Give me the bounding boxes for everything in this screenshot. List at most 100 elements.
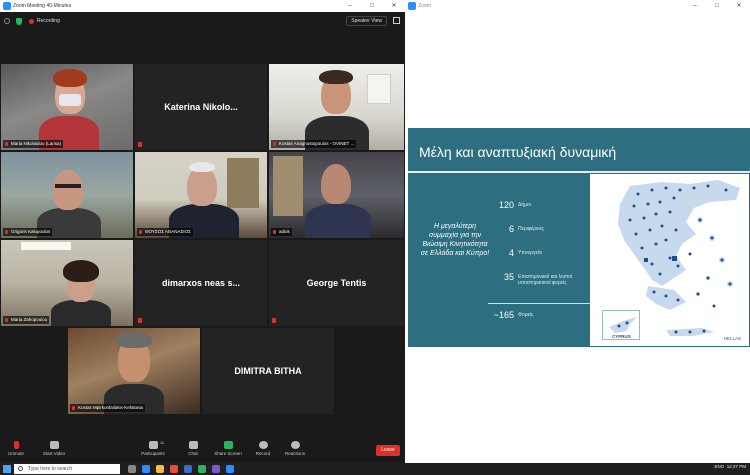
video-off-icon [49, 441, 59, 449]
video-feed [269, 152, 404, 238]
fullscreen-icon[interactable] [393, 17, 400, 24]
stat-label: Περιφέρειες [518, 226, 545, 232]
unmute-label: Unmute [8, 451, 24, 456]
recording-dot-icon [29, 19, 34, 24]
maximize-button[interactable]: □ [706, 0, 728, 12]
chrome-icon[interactable] [170, 465, 178, 473]
spotify-icon[interactable] [198, 465, 206, 473]
shield-icon[interactable] [16, 18, 22, 25]
window-titlebar: Zoom Meeting 40-Minutes – □ ✕ [0, 0, 405, 12]
edge-icon[interactable] [142, 465, 150, 473]
stat-row: 35 Επιστημονικοί και λοιποί υποστηρικτικο… [486, 272, 596, 290]
video-feed [1, 152, 133, 238]
share-screen-button[interactable]: Share Screen [212, 441, 244, 456]
video-feed [1, 64, 133, 150]
participant-tile[interactable]: Grigoris Kalopoulos [1, 152, 133, 238]
share-window-titlebar: Zoom – □ ✕ [405, 0, 750, 12]
record-button[interactable]: Record [247, 441, 279, 456]
stat-row: 120 Δήμοι [486, 200, 596, 218]
share-screen-label: Share Screen [214, 451, 242, 456]
presentation-slide: Μέλη και αναπτυξιακή δυναμική Η μεγαλύτε… [408, 128, 750, 347]
participant-tile[interactable]: Kostas Mpirkonfailakis-Kefalonia [68, 328, 200, 414]
muted-icon [138, 318, 142, 323]
stat-row: 6 Περιφέρειες [486, 224, 596, 242]
file-explorer-icon[interactable] [156, 465, 164, 473]
stat-total-value: ~165 [493, 310, 514, 320]
minimize-button[interactable]: – [339, 0, 361, 12]
stats-separator [488, 303, 590, 304]
reactions-icon [290, 441, 300, 449]
stat-value: 120 [498, 200, 514, 210]
stat-value: 6 [508, 224, 514, 234]
zoom-meeting-window: Zoom Meeting 40-Minutes – □ ✕ Recording … [0, 0, 405, 463]
leave-button[interactable]: Leave [376, 445, 400, 456]
participant-tile[interactable]: dimarxos neas s... [135, 240, 267, 326]
participant-tile[interactable]: Katerina Nikolo... [135, 64, 267, 150]
participant-tile[interactable]: Maria Zahopoulou [1, 240, 133, 326]
info-icon[interactable] [4, 18, 10, 24]
record-icon [258, 441, 268, 449]
participant-name: Grigoris Kalopoulos [3, 228, 53, 236]
video-feed [269, 64, 404, 150]
reactions-button[interactable]: Reactions [279, 441, 311, 456]
participant-name: Maria Zahopoulou [3, 316, 50, 324]
muted-icon [138, 142, 142, 147]
participant-tile[interactable]: DIMITRA BITHA [202, 328, 334, 414]
participant-name-large: DIMITRA BITHA [234, 366, 302, 376]
unmute-button[interactable]: Unmute [0, 441, 32, 456]
app-icon[interactable] [212, 465, 220, 473]
video-feed [68, 328, 200, 414]
participant-name: Kostas Anagnostopoulos - OVINET ... [271, 140, 357, 148]
muted-icon [272, 318, 276, 323]
microphone-muted-icon [13, 441, 19, 449]
participant-tile[interactable]: Maria Nikolaidou (Larisa) [1, 64, 133, 150]
language-indicator[interactable]: ENG [714, 464, 724, 469]
stat-value: 35 [503, 272, 514, 282]
start-video-button[interactable]: Start Video [38, 441, 70, 456]
meeting-toolbar: Unmute Start Video Participants 11 Chat … [0, 438, 405, 463]
start-video-label: Start Video [42, 451, 66, 456]
stat-total-label: Φορείς [518, 312, 534, 318]
chat-label: Chat [188, 451, 198, 456]
chat-icon [188, 441, 198, 449]
close-button[interactable]: ✕ [383, 0, 405, 12]
participant-tile[interactable]: adiok [269, 152, 404, 238]
search-placeholder: Type here to search [28, 466, 73, 472]
windows-taskbar: Type here to search ENG 12:27 PM [0, 463, 750, 475]
close-button[interactable]: ✕ [728, 0, 750, 12]
stat-value: 4 [508, 248, 514, 258]
record-label: Record [255, 451, 271, 456]
stat-label: Δήμοι [518, 202, 531, 208]
word-icon[interactable] [184, 465, 192, 473]
taskbar-search-box[interactable]: Type here to search [14, 464, 120, 474]
slide-title: Μέλη και αναπτυξιακή δυναμική [419, 144, 617, 160]
participants-label: Participants [141, 451, 165, 456]
alliance-statement: Η μεγαλύτερη συμμαχία για την Βιώσιμη Κι… [420, 223, 490, 257]
system-tray: ENG 12:27 PM [714, 464, 746, 469]
zoom-logo-icon [3, 2, 11, 10]
zoom-taskbar-icon[interactable] [226, 465, 234, 473]
participant-tile[interactable]: George Tentis [269, 240, 404, 326]
clock-time[interactable]: 12:27 PM [727, 464, 746, 469]
participant-name-large: dimarxos neas s... [161, 278, 241, 288]
minimize-button[interactable]: – [684, 0, 706, 12]
participants-count: 11 [160, 440, 165, 445]
participant-name-large: George Tentis [306, 278, 367, 288]
reactions-label: Reactions [284, 451, 305, 456]
maximize-button[interactable]: □ [361, 0, 383, 12]
participant-tile[interactable]: ΘΟΥΣΟΣ ΑΘΑΝΑΣΙΟΣ [135, 152, 267, 238]
task-view-icon[interactable] [128, 465, 136, 473]
zoom-logo-icon [408, 2, 416, 10]
cyprus-label: CYPRUS [612, 334, 631, 339]
speaker-view-button[interactable]: Speaker View [346, 16, 387, 26]
participants-button[interactable]: Participants [137, 441, 169, 456]
chat-button[interactable]: Chat [177, 441, 209, 456]
stat-label: Υπουργεία [518, 250, 542, 256]
participant-name: Maria Nikolaidou (Larisa) [3, 140, 64, 148]
participant-name: adiok [271, 228, 292, 236]
participant-tile-active-speaker[interactable]: Kostas Anagnostopoulos - OVINET ... [269, 64, 404, 150]
search-icon [18, 466, 23, 471]
stat-row: 4 Υπουργεία [486, 248, 596, 266]
windows-start-icon[interactable] [3, 465, 11, 473]
share-screen-icon [223, 441, 233, 449]
